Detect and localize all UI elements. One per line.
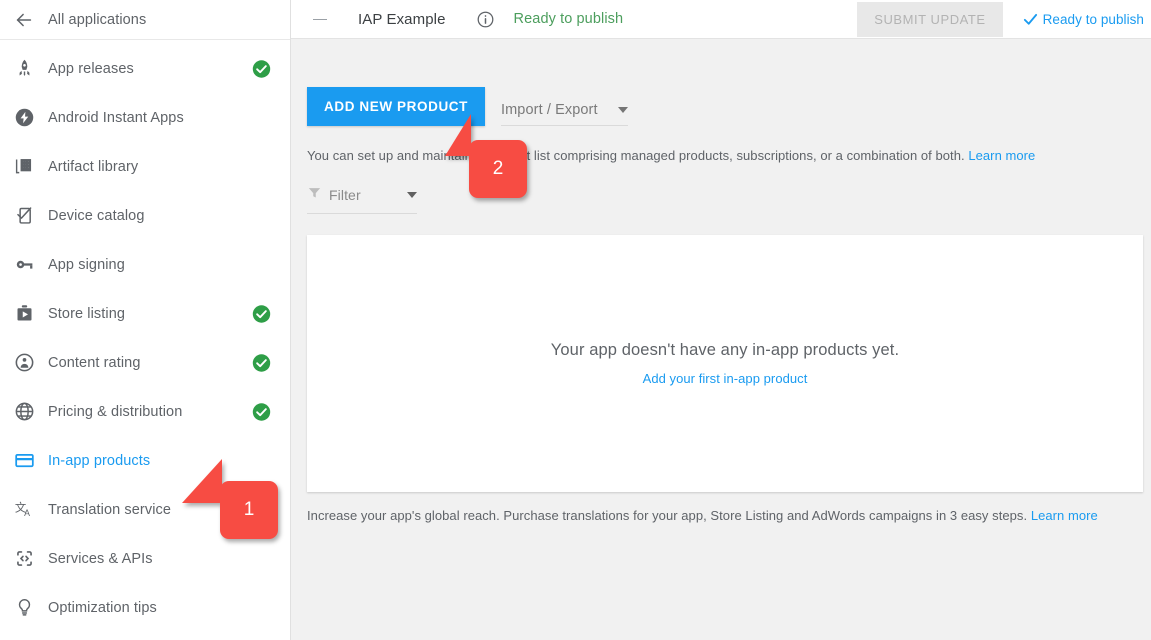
- device-check-icon: [0, 205, 48, 226]
- chevron-down-icon: [407, 192, 417, 198]
- sidebar-item-services-apis[interactable]: Services & APIs: [0, 534, 290, 583]
- import-export-label: Import / Export: [501, 102, 598, 118]
- callout-tail: [445, 112, 471, 156]
- sidebar-item-label: App releases: [48, 61, 134, 77]
- arrow-left-icon[interactable]: [0, 9, 48, 31]
- header-actions: SUBMIT UPDATE Ready to publish: [857, 2, 1151, 37]
- callout-number: 2: [493, 158, 504, 180]
- key-icon: [0, 254, 48, 275]
- sidebar-item-label: Optimization tips: [48, 600, 157, 616]
- library-icon: [0, 156, 48, 177]
- translation-promo-text: Increase your app's global reach. Purcha…: [307, 508, 1027, 523]
- code-brackets-icon: [0, 548, 48, 569]
- info-circle-icon[interactable]: [476, 10, 495, 29]
- sidebar-item-label: Translation service: [48, 502, 171, 518]
- description-learn-more-link[interactable]: Learn more: [968, 148, 1035, 163]
- play-console-window: All applications App releases: [0, 0, 1151, 640]
- status-check-badge: [252, 59, 271, 78]
- sidebar-item-artifact-library[interactable]: Artifact library: [0, 142, 290, 191]
- sidebar-item-label: Pricing & distribution: [48, 404, 182, 420]
- empty-state-title: Your app doesn't have any in-app product…: [551, 341, 899, 360]
- filter-dropdown[interactable]: Filter: [307, 185, 417, 214]
- empty-state-card: Your app doesn't have any in-app product…: [307, 235, 1143, 492]
- ready-to-publish-status[interactable]: Ready to publish: [1022, 11, 1144, 28]
- ready-to-publish-label: Ready to publish: [1043, 12, 1144, 27]
- person-badge-icon: [0, 352, 48, 373]
- sidebar-item-in-app-products[interactable]: In-app products: [0, 436, 290, 485]
- annotation-callout-1: 1: [220, 481, 278, 539]
- store-play-icon: [0, 303, 48, 324]
- publish-status-text: Ready to publish: [514, 11, 624, 27]
- callout-number: 1: [244, 499, 255, 521]
- main-content: ADD NEW PRODUCT Import / Export You can …: [291, 39, 1151, 640]
- page-title: IAP Example: [358, 11, 446, 28]
- callout-tail: [182, 457, 222, 503]
- sidebar-back-label: All applications: [48, 12, 146, 28]
- filter-label: Filter: [329, 187, 361, 203]
- sidebar-item-label: Content rating: [48, 355, 141, 371]
- status-check-badge: [252, 353, 271, 372]
- translation-learn-more-link[interactable]: Learn more: [1031, 508, 1098, 523]
- annotation-callout-2: 2: [469, 140, 527, 198]
- sidebar-item-app-signing[interactable]: App signing: [0, 240, 290, 289]
- products-description: You can set up and maintain a product li…: [291, 126, 1151, 163]
- rocket-icon: [0, 58, 48, 79]
- add-first-product-link[interactable]: Add your first in-app product: [643, 371, 808, 386]
- sidebar-item-store-listing[interactable]: Store listing: [0, 289, 290, 338]
- products-toolbar: ADD NEW PRODUCT Import / Export: [291, 39, 1151, 126]
- sidebar-item-label: Services & APIs: [48, 551, 153, 567]
- sidebar-item-app-releases[interactable]: App releases: [0, 44, 290, 93]
- products-description-text: You can set up and maintain a product li…: [307, 148, 965, 163]
- sidebar-back-row[interactable]: All applications: [0, 0, 290, 40]
- dash-icon: [313, 19, 327, 20]
- sidebar-item-label: Device catalog: [48, 208, 145, 224]
- submit-update-button[interactable]: SUBMIT UPDATE: [857, 2, 1002, 37]
- lightbulb-icon: [0, 597, 48, 618]
- sidebar-item-content-rating[interactable]: Content rating: [0, 338, 290, 387]
- sidebar-item-label: Store listing: [48, 306, 125, 322]
- sidebar-nav-list: App releases Android Instant Apps: [0, 40, 290, 632]
- translate-icon: 文 A: [0, 499, 48, 520]
- app-header: IAP Example Ready to publish SUBMIT UPDA…: [291, 0, 1151, 39]
- sidebar-item-label: In-app products: [48, 453, 150, 469]
- bolt-icon: [0, 107, 48, 128]
- sidebar-item-label: Artifact library: [48, 159, 138, 175]
- sidebar-item-android-instant-apps[interactable]: Android Instant Apps: [0, 93, 290, 142]
- sidebar: All applications App releases: [0, 0, 291, 640]
- translation-promo: Increase your app's global reach. Purcha…: [291, 492, 1151, 523]
- status-check-badge: [252, 304, 271, 323]
- credit-card-icon: [0, 450, 48, 471]
- globe-icon: [0, 401, 48, 422]
- sidebar-item-optimization-tips[interactable]: Optimization tips: [0, 583, 290, 632]
- sidebar-item-label: App signing: [48, 257, 125, 273]
- sidebar-item-device-catalog[interactable]: Device catalog: [0, 191, 290, 240]
- sidebar-item-pricing-distribution[interactable]: Pricing & distribution: [0, 387, 290, 436]
- chevron-down-icon: [618, 107, 628, 113]
- check-icon: [1022, 11, 1039, 28]
- funnel-icon: [307, 185, 322, 205]
- import-export-dropdown[interactable]: Import / Export: [501, 102, 628, 126]
- status-check-badge: [252, 402, 271, 421]
- sidebar-item-label: Android Instant Apps: [48, 110, 184, 126]
- svg-text:A: A: [24, 508, 30, 518]
